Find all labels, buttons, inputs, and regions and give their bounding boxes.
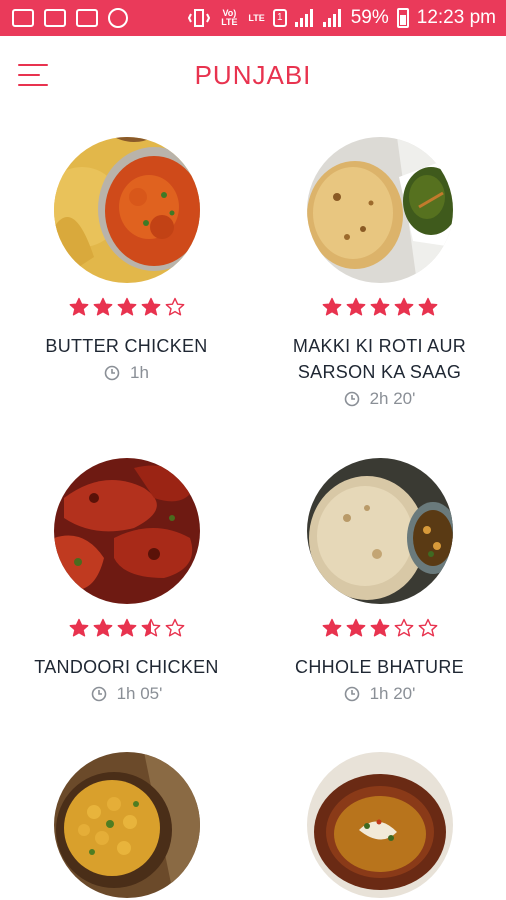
vibrate-icon <box>188 9 211 27</box>
android-icon <box>108 8 128 28</box>
star-full-icon <box>346 297 365 316</box>
recipe-photo <box>306 137 453 283</box>
star-full-icon <box>69 297 88 316</box>
star-empty-icon <box>394 618 413 637</box>
star-full-icon <box>117 297 136 316</box>
star-full-icon <box>370 618 389 637</box>
recipe-name: BUTTER CHICKEN <box>45 336 208 356</box>
star-full-icon <box>322 618 341 637</box>
star-empty-icon <box>165 297 184 316</box>
star-full-icon <box>418 297 437 316</box>
recipe-photo <box>306 752 453 898</box>
page-title: PUNJABI <box>194 60 312 90</box>
rating-stars <box>253 297 506 321</box>
star-full-icon <box>117 618 136 637</box>
recipe-card[interactable]: CHHOLE BHATURE 1h 20' <box>253 458 506 704</box>
cook-time: 1h 20' <box>253 684 506 704</box>
cook-time-value: 1h <box>130 363 149 382</box>
recipe-photo <box>53 458 200 604</box>
star-full-icon <box>93 297 112 316</box>
star-full-icon <box>141 297 160 316</box>
recipe-card[interactable] <box>253 752 506 898</box>
recipe-card[interactable] <box>0 752 253 898</box>
cook-time: 2h 20' <box>253 389 506 409</box>
cook-time-value: 2h 20' <box>369 389 416 408</box>
rating-stars <box>253 618 506 642</box>
notification-icons <box>12 8 128 28</box>
recipe-card[interactable]: BUTTER CHICKEN 1h <box>0 137 253 383</box>
recipe-card[interactable]: TANDOORI CHICKEN 1h 05' <box>0 458 253 704</box>
star-full-icon <box>370 297 389 316</box>
recipe-photo <box>53 752 200 898</box>
star-full-icon <box>394 297 413 316</box>
gmail-icon <box>76 9 98 27</box>
rating-stars <box>0 618 253 642</box>
system-icons: Vo) LTE LTE 1 59% 12:23 pm <box>188 7 496 29</box>
recipe-card[interactable]: MAKKI KI ROTI AUR SARSON KA SAAG 2h 20' <box>253 137 506 409</box>
star-full-icon <box>93 618 112 637</box>
star-full-icon <box>322 297 341 316</box>
app-header: PUNJABI <box>0 36 506 116</box>
sim-icon: 1 <box>272 9 287 27</box>
clock-icon <box>104 365 120 381</box>
star-empty-icon <box>418 618 437 637</box>
battery-percent: 59% <box>350 7 389 28</box>
cook-time: 1h 05' <box>0 684 253 704</box>
cook-time-value: 1h 20' <box>369 684 416 703</box>
lte-icon: LTE <box>248 12 265 23</box>
recipe-photo <box>53 137 200 283</box>
cook-time-value: 1h 05' <box>116 684 163 703</box>
battery-charging-icon <box>396 8 409 28</box>
recipe-name: MAKKI KI ROTI AUR SARSON KA SAAG <box>292 336 467 382</box>
signal-sim2-icon <box>322 9 343 27</box>
clock-icon <box>344 686 359 702</box>
star-half-icon <box>141 618 160 637</box>
star-empty-icon <box>165 618 184 637</box>
status-bar: Vo) LTE LTE 1 59% 12:23 pm <box>0 0 506 36</box>
star-full-icon <box>69 618 88 637</box>
rating-stars <box>0 297 253 321</box>
message-icon <box>12 9 34 27</box>
clock-time: 12:23 pm <box>416 7 496 28</box>
signal-sim1-icon <box>294 9 315 27</box>
clock-icon <box>91 686 106 702</box>
recipe-photo <box>306 458 453 604</box>
recipe-name: CHHOLE BHATURE <box>295 657 464 677</box>
cook-time: 1h <box>0 363 253 383</box>
recipe-name: TANDOORI CHICKEN <box>34 657 219 677</box>
clock-icon <box>344 391 359 407</box>
volte-icon: Vo) LTE <box>221 8 238 27</box>
star-full-icon <box>346 618 365 637</box>
gallery-icon <box>44 9 66 27</box>
